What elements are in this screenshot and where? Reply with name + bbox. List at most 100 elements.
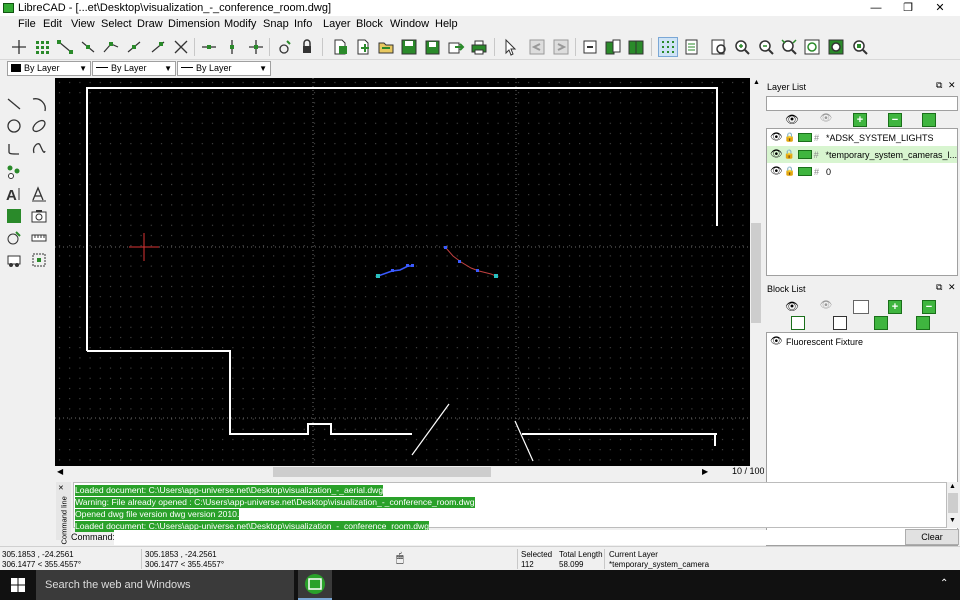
lock-icon[interactable]: 🔒: [784, 166, 798, 177]
edit-layer-button[interactable]: [922, 113, 936, 127]
line-tool[interactable]: [4, 94, 24, 114]
clear-button[interactable]: Clear: [905, 529, 959, 545]
polyline-tool[interactable]: [4, 138, 24, 158]
hide-all-blocks-button[interactable]: 👁: [818, 300, 834, 314]
hatch-tool[interactable]: [4, 206, 24, 226]
text-tool[interactable]: A: [4, 184, 24, 204]
scroll-down-arrow-icon[interactable]: ▼: [949, 517, 956, 524]
menu-file[interactable]: File: [18, 18, 36, 30]
eye-icon[interactable]: 👁: [770, 166, 784, 177]
printer-icon[interactable]: [798, 133, 812, 142]
horizontal-scrollbar[interactable]: ◀ ▶: [55, 466, 715, 478]
command-scrollbar[interactable]: ▲ ▼: [947, 482, 959, 528]
add-block-button[interactable]: +: [888, 300, 902, 314]
construction-icon[interactable]: #: [814, 150, 826, 160]
start-button[interactable]: [0, 570, 36, 600]
copy-button[interactable]: [603, 37, 623, 57]
menu-modify[interactable]: Modify: [224, 18, 256, 30]
snap-free-button[interactable]: [9, 37, 29, 57]
snap-intersection-button[interactable]: [171, 37, 191, 57]
lock-icon[interactable]: 🔒: [784, 149, 798, 160]
scroll-up-arrow-icon[interactable]: ▲: [753, 79, 760, 86]
save-button[interactable]: [399, 37, 419, 57]
show-all-layers-button[interactable]: 👁: [784, 113, 800, 127]
taskbar-search-box[interactable]: Search the web and Windows: [36, 570, 294, 600]
zoom-out-button[interactable]: [756, 37, 776, 57]
modify-tool[interactable]: [4, 228, 24, 248]
construction-icon[interactable]: #: [814, 167, 826, 177]
menu-dimension[interactable]: Dimension: [168, 18, 220, 30]
redraw-button[interactable]: [709, 37, 729, 57]
scroll-right-arrow-icon[interactable]: ▶: [702, 467, 708, 476]
restore-button[interactable]: ❐: [892, 0, 924, 16]
measure-tool[interactable]: [29, 228, 49, 248]
spline-tool[interactable]: [29, 138, 49, 158]
rename-block-button[interactable]: [791, 316, 805, 330]
chevron-up-icon[interactable]: ⌃: [940, 578, 948, 589]
layer-filter-input[interactable]: [766, 96, 958, 111]
restrict-horizontal-button[interactable]: [199, 37, 219, 57]
lock-relative-zero-button[interactable]: [297, 37, 317, 57]
float-panel-icon[interactable]: ⧉: [936, 80, 942, 91]
draft-mode-button[interactable]: [682, 37, 702, 57]
insert-block-button[interactable]: [916, 316, 930, 330]
menu-window[interactable]: Window: [390, 18, 429, 30]
eye-icon[interactable]: 👁: [770, 132, 784, 143]
menu-layer[interactable]: Layer: [323, 18, 351, 30]
scroll-left-arrow-icon[interactable]: ◀: [57, 467, 63, 476]
snap-entity-button[interactable]: [78, 37, 98, 57]
minimize-button[interactable]: —: [860, 0, 892, 16]
show-grid-toggle[interactable]: [658, 37, 678, 57]
menu-draw[interactable]: Draw: [137, 18, 163, 30]
print-button[interactable]: [469, 37, 489, 57]
printer-icon[interactable]: [797, 150, 812, 159]
remove-block-button[interactable]: −: [922, 300, 936, 314]
close-panel-icon[interactable]: ✕: [948, 80, 956, 91]
circle-tool[interactable]: [4, 116, 24, 136]
command-input[interactable]: [114, 530, 900, 545]
menu-info[interactable]: Info: [294, 18, 312, 30]
layer-row[interactable]: 👁 🔒 # *ADSK_SYSTEM_LIGHTS: [767, 129, 957, 146]
float-panel-icon[interactable]: ⧉: [936, 282, 942, 293]
taskbar-librecad-app[interactable]: [298, 570, 332, 600]
ellipse-tool[interactable]: [29, 116, 49, 136]
menu-select[interactable]: Select: [101, 18, 132, 30]
restrict-orthogonal-button[interactable]: [246, 37, 266, 57]
create-block-button[interactable]: [853, 300, 869, 314]
close-panel-icon[interactable]: ✕: [948, 282, 956, 293]
block-tool[interactable]: [4, 250, 24, 270]
lock-icon[interactable]: 🔒: [784, 132, 798, 143]
printer-icon[interactable]: [798, 167, 812, 176]
command-dock-handle[interactable]: ✕ Command line: [56, 482, 71, 545]
paste-button[interactable]: [626, 37, 646, 57]
arc-tool[interactable]: [29, 94, 49, 114]
zoom-previous-button[interactable]: [802, 37, 822, 57]
snap-grid-button[interactable]: [32, 37, 52, 57]
snap-middle-button[interactable]: [124, 37, 144, 57]
new-file-button[interactable]: [330, 37, 350, 57]
snap-distance-button[interactable]: [148, 37, 168, 57]
menu-edit[interactable]: Edit: [43, 18, 62, 30]
block-row[interactable]: 👁 Fluorescent Fixture: [767, 333, 957, 350]
close-button[interactable]: ✕: [924, 0, 956, 16]
open-file-button[interactable]: [376, 37, 396, 57]
point-tool[interactable]: [4, 162, 24, 182]
select-tool[interactable]: [29, 250, 49, 270]
snap-endpoint-button[interactable]: [55, 37, 75, 57]
dimension-tool[interactable]: [29, 184, 49, 204]
layer-row[interactable]: 👁 🔒 # 0: [767, 163, 957, 180]
pen-color-select[interactable]: By Layer ▼: [7, 61, 91, 76]
select-pointer-button[interactable]: [500, 37, 520, 57]
menu-view[interactable]: View: [71, 18, 95, 30]
scroll-thumb[interactable]: [948, 493, 958, 513]
restrict-vertical-button[interactable]: [222, 37, 242, 57]
pen-linetype-select[interactable]: By Layer ▼: [177, 61, 271, 76]
layer-row-active[interactable]: 👁 🔒 # *temporary_system_cameras_l...: [767, 146, 957, 163]
show-all-blocks-button[interactable]: 👁: [784, 300, 800, 314]
export-button[interactable]: [446, 37, 466, 57]
image-tool[interactable]: [29, 206, 49, 226]
save-as-button[interactable]: [422, 37, 442, 57]
eye-icon[interactable]: 👁: [770, 336, 786, 347]
eye-icon[interactable]: 👁: [770, 149, 784, 160]
redo-button[interactable]: [551, 37, 571, 57]
